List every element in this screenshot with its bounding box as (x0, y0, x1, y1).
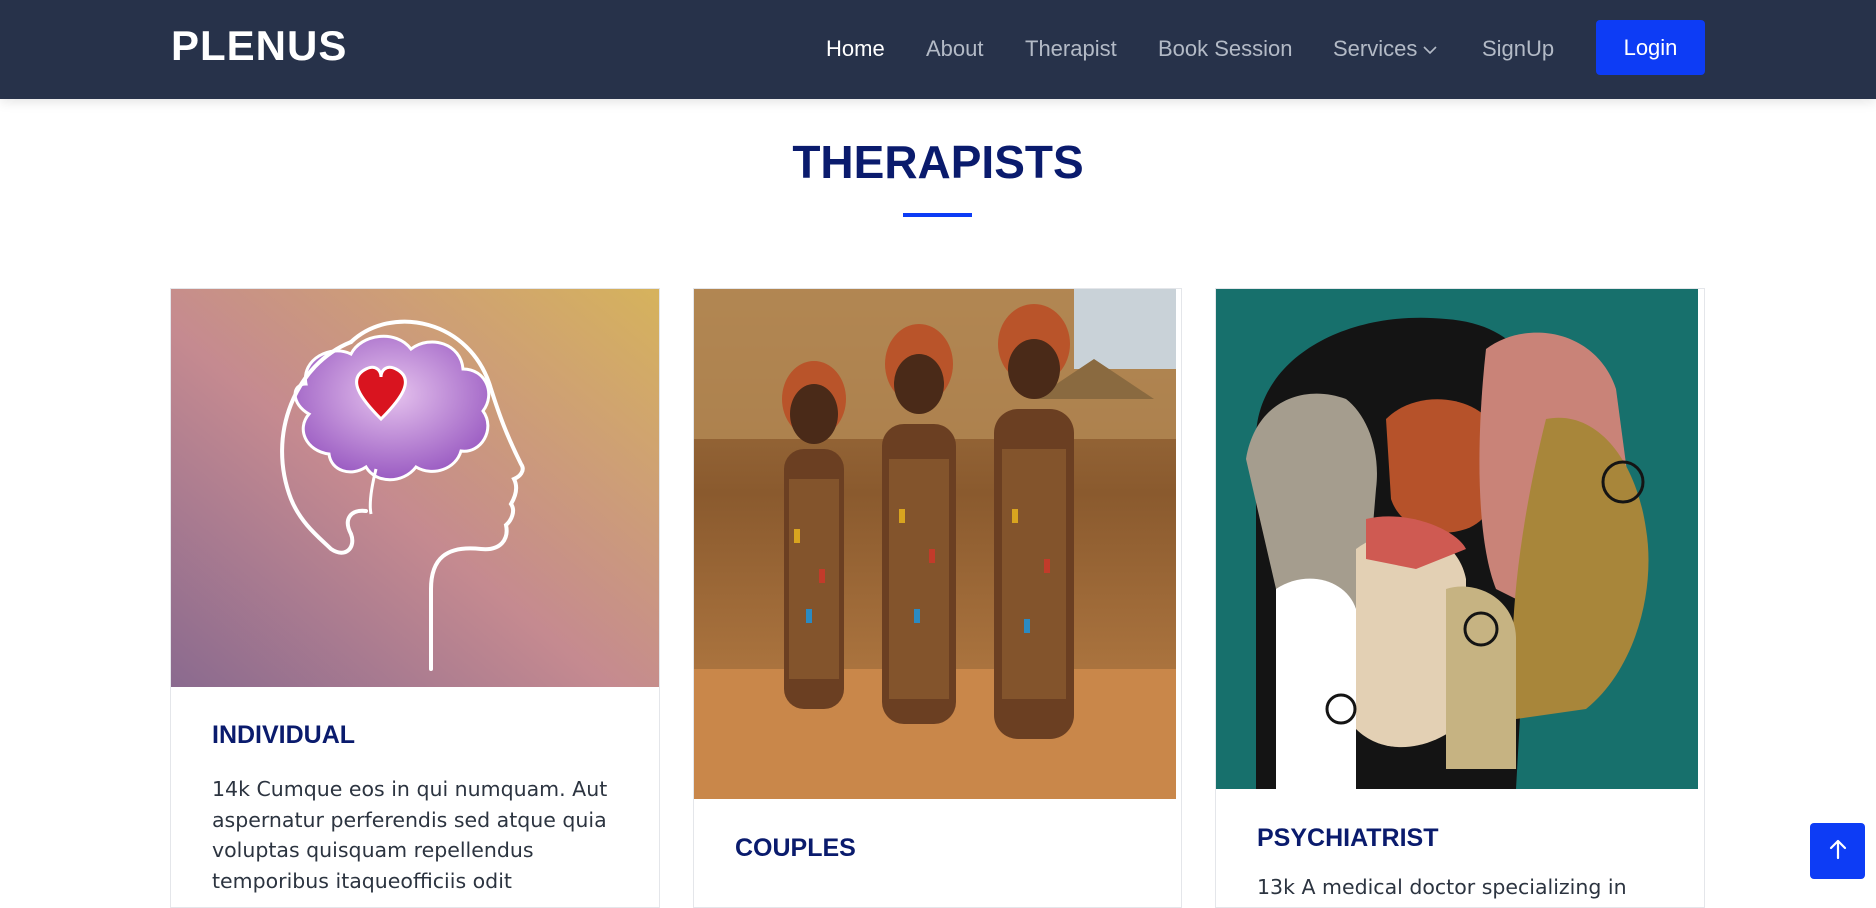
card-title-couples: COUPLES (735, 834, 856, 862)
therapist-card-couples[interactable]: COUPLES (693, 288, 1182, 908)
therapist-card-individual[interactable]: INDIVIDUAL 14k Cumque eos in qui numquam… (170, 288, 660, 908)
nav-therapist[interactable]: Therapist (1025, 36, 1117, 62)
scroll-top-button[interactable] (1810, 823, 1865, 879)
chevron-down-icon (1423, 35, 1437, 61)
card-title-individual: INDIVIDUAL (212, 721, 356, 749)
login-button[interactable]: Login (1596, 20, 1705, 75)
nav-home[interactable]: Home (826, 36, 885, 62)
nav-book-session[interactable]: Book Session (1158, 36, 1293, 62)
card-text-individual: 14k Cumque eos in qui numquam. Aut asper… (212, 777, 608, 893)
card-image-couples (694, 289, 1176, 799)
card-image-individual (171, 289, 659, 687)
arrow-up-icon (1828, 838, 1848, 865)
nav-services-label: Services (1333, 36, 1418, 61)
card-image-psychiatrist (1216, 289, 1698, 789)
card-title-psychiatrist: PSYCHIATRIST (1257, 824, 1439, 852)
page-title: THERAPISTS (792, 136, 1084, 188)
nav-signup[interactable]: SignUp (1482, 36, 1554, 62)
title-underline (903, 213, 972, 217)
nav-about[interactable]: About (926, 36, 984, 62)
main-nav: Home About Therapist Book Session Servic… (0, 0, 1876, 99)
card-text-psychiatrist: 13k A medical doctor specializing in men… (1257, 875, 1627, 907)
nav-services[interactable]: Services (1333, 36, 1437, 62)
therapist-card-psychiatrist[interactable]: PSYCHIATRIST 13k A medical doctor specia… (1215, 288, 1705, 908)
site-header: PLENUS Home About Therapist Book Session… (0, 0, 1876, 99)
